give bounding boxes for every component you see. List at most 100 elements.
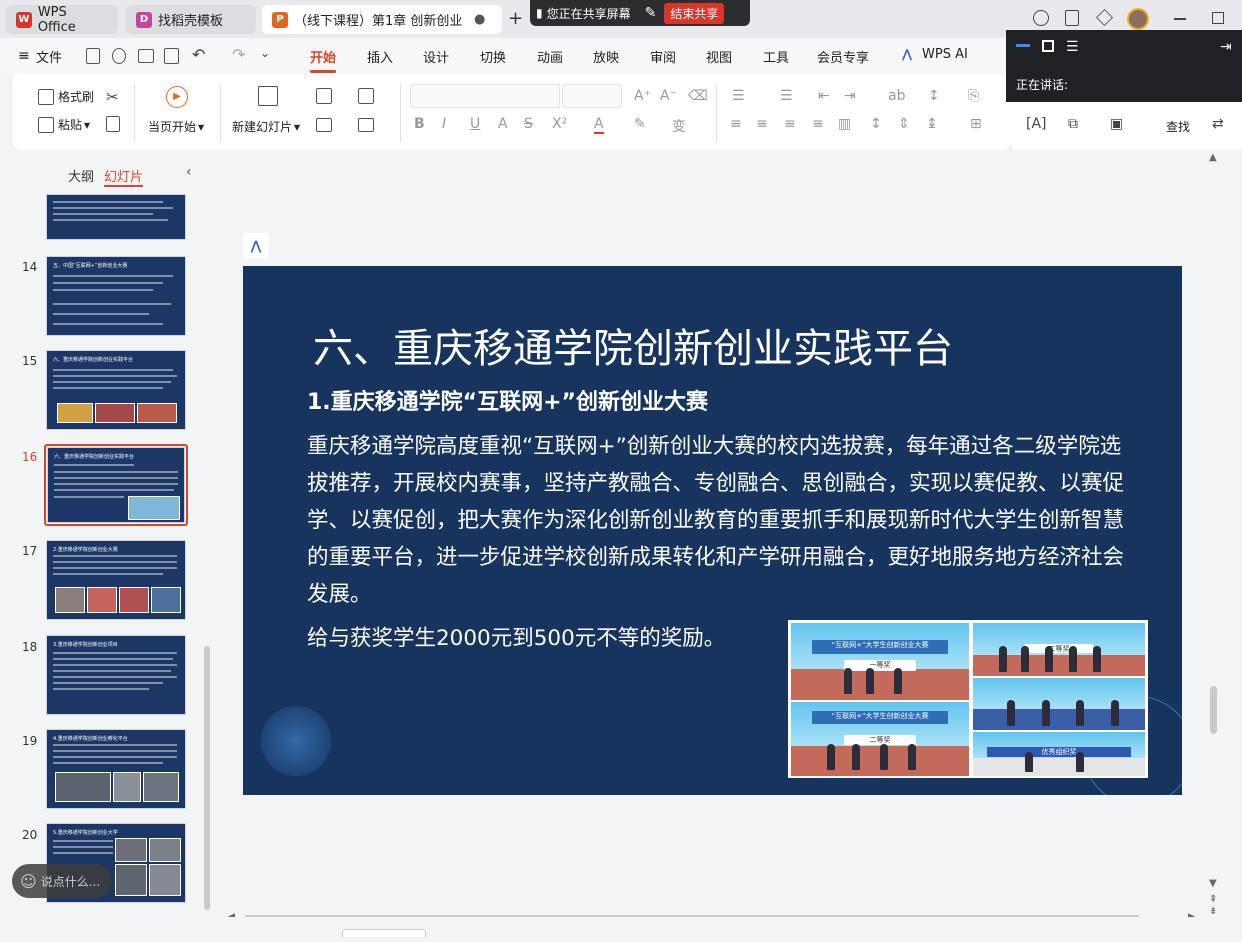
new-tab-icon[interactable]: + [508, 8, 523, 29]
arrange-icon[interactable]: ▣ [1110, 116, 1123, 132]
slide-subtitle[interactable]: 1.重庆移通学院“互联网+”创新创业大赛 [307, 384, 708, 416]
column-icon[interactable]: ⊞ [970, 116, 982, 132]
chevron-down-icon[interactable]: ⌄ [260, 46, 270, 60]
menu-view[interactable]: 视图 [706, 47, 732, 66]
superscript-icon[interactable]: X² [552, 116, 567, 132]
play-icon[interactable]: ▶ [166, 86, 188, 108]
menu-design[interactable]: 设计 [423, 47, 449, 66]
avatar[interactable] [1127, 8, 1149, 30]
next-slide-icon[interactable]: ⇟ [1209, 906, 1217, 917]
print-icon[interactable] [138, 49, 154, 63]
text-box-icon[interactable]: [A] [1026, 116, 1047, 132]
tab-docer[interactable]: D 找稻壳模板 [126, 5, 256, 34]
highlight-icon[interactable]: ✎ [634, 116, 646, 132]
collapse-panel-icon[interactable]: ⇥ [1220, 39, 1232, 55]
menu-transition[interactable]: 切换 [480, 47, 506, 66]
menu-tools[interactable]: 工具 [763, 47, 789, 66]
menu-wps-ai[interactable]: WPS AI [922, 47, 968, 62]
menu-member[interactable]: 会员专享 [817, 47, 869, 66]
close-icon[interactable]: ● [474, 12, 485, 27]
slide-thumbnail[interactable]: 五、中国“互联网+”创新创业大赛 [46, 256, 186, 336]
char-spacing-icon[interactable]: 变 [672, 116, 686, 136]
sidebar-scrollbar[interactable] [204, 646, 210, 910]
chat-bubble[interactable]: ☺ 说点什么... [12, 864, 112, 898]
align-right-icon[interactable]: ≡ [784, 116, 796, 132]
paste-button[interactable]: 粘贴 ▾ [38, 116, 90, 133]
slides-tab[interactable]: 幻灯片 [104, 166, 144, 187]
decrease-font-icon[interactable]: A⁻ [660, 88, 677, 104]
slide-thumbnail[interactable]: 六、重庆移通学院创新创业实践平台 [46, 350, 186, 430]
ai-assist-button[interactable]: ⋀ [243, 233, 269, 259]
convert-icon[interactable]: ⎘ [968, 88, 979, 104]
new-slide-icon[interactable] [258, 86, 278, 106]
print-preview-icon[interactable] [164, 48, 179, 64]
slide-title[interactable]: 六、重庆移通学院创新创业实践平台 [313, 316, 953, 374]
menu-insert[interactable]: 插入 [367, 47, 393, 66]
menu-review[interactable]: 审阅 [650, 47, 676, 66]
decrease-indent-icon[interactable]: ⇤ [818, 88, 830, 104]
menu-file[interactable]: 文件 [36, 47, 62, 66]
minimize-panel-icon[interactable] [1016, 44, 1030, 47]
text-direction-icon[interactable]: ab [888, 88, 905, 104]
multi-window-icon[interactable] [1065, 10, 1079, 26]
slide-thumbnail[interactable]: 4.重庆移通学院创新创业孵化平台 [46, 729, 186, 809]
shadow-icon[interactable]: A [498, 116, 508, 132]
slide-thumbnail[interactable] [46, 194, 186, 240]
prev-slide-icon[interactable]: ⇞ [1209, 894, 1217, 905]
font-size-select[interactable] [562, 84, 622, 108]
replace-icon[interactable]: ⇄ [1212, 116, 1224, 132]
cube-icon[interactable] [1096, 9, 1113, 26]
share-link-icon[interactable] [112, 48, 126, 64]
section-icon[interactable] [316, 118, 332, 132]
increase-font-icon[interactable]: A⁺ [634, 88, 651, 104]
window-mode-icon[interactable] [1042, 40, 1054, 52]
layout-icon[interactable] [316, 88, 332, 104]
collapse-sidebar-icon[interactable]: ‹ [186, 164, 192, 180]
strikethrough-icon[interactable]: S [524, 116, 533, 132]
copy-icon[interactable] [106, 116, 120, 132]
shape-icon[interactable]: ⧉ [1068, 116, 1078, 132]
end-share-button[interactable]: 结束共享 [664, 2, 725, 24]
tab-wps-office[interactable]: W WPS Office [6, 5, 118, 35]
find-button[interactable]: 查找 [1166, 118, 1190, 135]
skin-icon[interactable] [1033, 10, 1049, 26]
restore-icon[interactable] [1212, 12, 1224, 24]
undo-icon[interactable]: ↶ [192, 45, 205, 64]
slide-body-text[interactable]: 重庆移通学院高度重视“互联网+”创新创业大赛的校内选拔赛，每年通过各二级学院选拔… [307, 428, 1127, 613]
sort-icon[interactable]: ↕ [928, 88, 940, 104]
tab-presentation[interactable]: P （线下课程）第1章 创新创业 ● [262, 5, 502, 34]
outline-icon[interactable] [358, 118, 374, 132]
underline-icon[interactable]: U [470, 116, 480, 132]
format-painter-button[interactable]: 格式刷 [38, 88, 94, 105]
play-from-current-button[interactable]: 当页开始 ▾ [148, 118, 204, 135]
slide-thumbnail[interactable]: 2.重庆移通学院创新创业大赛 [46, 540, 186, 620]
line-spacing-icon[interactable]: ↕ [870, 116, 882, 132]
justify-icon[interactable]: ≡ [812, 116, 824, 132]
para-spacing-icon[interactable]: ⇕ [898, 116, 910, 132]
menu-slideshow[interactable]: 放映 [593, 47, 619, 66]
numbering-icon[interactable]: ☰ [780, 88, 793, 104]
minimize-icon[interactable] [1174, 18, 1186, 20]
bullets-icon[interactable]: ☰ [732, 88, 745, 104]
scroll-down-icon[interactable]: ▼ [1209, 878, 1217, 889]
save-icon[interactable] [86, 48, 100, 64]
menu-home[interactable]: 开始 [310, 47, 337, 73]
award-photo-collage[interactable]: “互联网+”大学生创新创业大赛 一等奖 “互联网+”大学生创新创业大赛 二等奖 … [788, 620, 1148, 778]
slide-thumbnail[interactable]: 3.重庆移通学院创新创业项目 [46, 635, 186, 715]
canvas-vertical-scrollbar[interactable] [1210, 686, 1217, 734]
scroll-up-icon[interactable]: ▲ [1209, 152, 1217, 163]
notes-pane-handle[interactable] [342, 929, 426, 937]
slide-thumbnail-selected[interactable]: 六、重庆移通学院创新创业实践平台 [47, 447, 185, 523]
hamburger-icon[interactable]: ≡ [18, 48, 30, 64]
outline-tab[interactable]: 大纲 [68, 166, 94, 185]
bold-icon[interactable]: B [414, 116, 425, 132]
reset-icon[interactable] [358, 88, 374, 104]
slide-award-text[interactable]: 给与获奖学生2000元到500元不等的奖励。 [307, 621, 725, 652]
distribute-icon[interactable]: ▥ [838, 116, 851, 132]
slide[interactable]: 六、重庆移通学院创新创业实践平台 1.重庆移通学院“互联网+”创新创业大赛 重庆… [243, 266, 1182, 795]
spacing-dropdown-icon[interactable]: ↨ [926, 116, 938, 132]
italic-icon[interactable]: I [442, 116, 446, 132]
align-center-icon[interactable]: ≡ [756, 116, 768, 132]
new-slide-button[interactable]: 新建幻灯片 ▾ [232, 118, 300, 135]
redo-icon[interactable]: ↷ [232, 45, 245, 64]
